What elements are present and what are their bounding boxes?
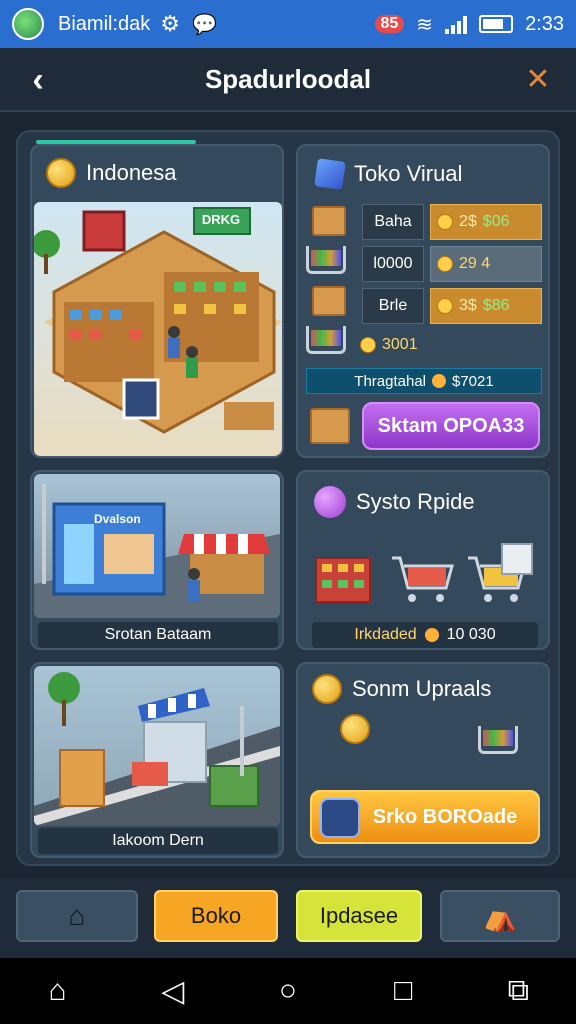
battery-icon xyxy=(479,15,514,33)
price-extra: $06 xyxy=(482,213,510,230)
upgrade-action-button[interactable]: Srko BOROade xyxy=(310,790,540,844)
store-scene-svg xyxy=(34,207,282,434)
street-illustration: Dvalson xyxy=(34,474,280,618)
avenue-label: Iakoom Dern xyxy=(38,828,278,854)
home-outline-icon[interactable]: ⌂ xyxy=(28,974,88,1008)
clock: 2:33 xyxy=(525,12,564,35)
wifi-icon: ≋ xyxy=(416,13,434,36)
store-icon: ⛺ xyxy=(482,900,518,932)
card-system-header: Systo Rpide xyxy=(314,486,475,518)
crate-icon xyxy=(312,206,346,236)
strip-value: $7021 xyxy=(452,372,494,390)
signal-icon xyxy=(445,14,468,34)
street-store-label: Srotan Bataam xyxy=(38,622,278,648)
gear-icon: ⚙ xyxy=(160,11,180,36)
orb-icon xyxy=(314,486,346,518)
coin-icon xyxy=(312,674,342,704)
upgrade-thumbnail-icon xyxy=(320,798,360,838)
virtual-shop-action-button[interactable]: Sktam OPOA33 xyxy=(362,402,540,450)
crate-icon xyxy=(310,408,350,444)
system-navigation: ⌂ ◁ ○ □ ⧉ xyxy=(0,958,576,1024)
shop-row-price: 3$ $86 xyxy=(430,288,542,324)
card-indonesia[interactable]: Indonesa DRKG xyxy=(30,144,284,458)
system-stat-value: 10 030 xyxy=(446,626,496,643)
store-illustration: DRKG xyxy=(34,202,282,456)
card-virtual-header: Toko Virual xyxy=(314,158,463,190)
coin-icon xyxy=(360,337,376,353)
price-extra: $86 xyxy=(482,297,510,314)
price-value: 29 4 xyxy=(459,255,491,272)
status-bar: Biamil:dak ⚙ 💬 85 ≋ 2:33 xyxy=(0,0,576,48)
app-name: Biamil:dak xyxy=(58,12,151,35)
app-icon xyxy=(12,8,44,40)
coin-icon xyxy=(46,158,76,188)
card-system[interactable]: Systo Rpide Irkdaded 10 030 xyxy=(296,470,550,650)
coin-icon xyxy=(432,374,446,388)
strip-label: Thragtahal xyxy=(354,372,426,390)
cart-icon xyxy=(306,246,346,274)
store-sign: DRKG xyxy=(201,212,241,227)
shop-row-name: Baha xyxy=(362,204,424,240)
nav-shop-button[interactable]: Boko xyxy=(154,890,278,942)
shop-row-price: 29 4 xyxy=(430,246,542,282)
coin-total-value: 3001 xyxy=(382,336,418,353)
coin-icon xyxy=(340,714,370,744)
card-virtual-shop[interactable]: Toko Virual Baha 2$ $06 l0000 29 4 Brle xyxy=(296,144,550,458)
chat-icon: 💬 xyxy=(192,13,217,36)
crate-icon xyxy=(312,286,346,316)
card-upgrades-title: Sonm Upraals xyxy=(352,676,492,701)
card-lower-left[interactable]: Iakoom Dern xyxy=(30,662,284,858)
shop-row[interactable]: l0000 29 4 xyxy=(362,246,542,282)
overview-icon[interactable]: ⧉ xyxy=(488,974,548,1008)
card-system-title: Systo Rpide xyxy=(356,489,475,514)
card-upgrades[interactable]: Sonm Upraals Srko BOROade xyxy=(296,662,550,858)
system-stat-bar: Irkdaded 10 030 xyxy=(312,622,538,648)
home-icon: ⌂ xyxy=(68,900,86,931)
coin-total: 3001 xyxy=(360,336,418,354)
game-board: Indonesa DRKG Toko Virual Baha 2$ $06 l0… xyxy=(16,130,560,866)
avenue-scene-svg xyxy=(34,672,280,826)
nav-home-button[interactable]: ⌂ xyxy=(16,890,138,942)
top-header: ‹ Spadurloodal ✕ xyxy=(0,48,576,112)
cart-icon xyxy=(306,326,346,354)
shop-row-name: Brle xyxy=(362,288,424,324)
back-triangle-icon[interactable]: ◁ xyxy=(143,974,203,1009)
street-store-sign: Dvalson xyxy=(94,512,141,526)
coin-icon xyxy=(424,628,439,642)
shop-row-name: l0000 xyxy=(362,246,424,282)
cube-icon xyxy=(314,158,346,190)
bottom-nav: ⌂ Boko Ipdasee ⛺ xyxy=(0,878,576,958)
avenue-illustration xyxy=(34,666,280,826)
upgrade-action-label: Srko BOROade xyxy=(372,805,518,828)
card-virtual-title: Toko Virual xyxy=(354,161,463,186)
nav-store-button[interactable]: ⛺ xyxy=(440,890,560,942)
shop-row-price: 2$ $06 xyxy=(430,204,542,240)
back-arrow-icon[interactable]: ‹ xyxy=(18,60,58,100)
nav-upgrade-button[interactable]: Ipdasee xyxy=(296,890,422,942)
system-stat-label: Irkdaded xyxy=(354,626,417,643)
shop-row[interactable]: Brle 3$ $86 xyxy=(362,288,542,324)
street-scene-svg xyxy=(34,484,280,618)
circle-home-icon[interactable]: ○ xyxy=(258,974,318,1008)
shop-info-strip: Thragtahal $7021 xyxy=(306,368,542,394)
tools-icon[interactable]: ✕ xyxy=(518,60,558,100)
card-indonesia-header: Indonesa xyxy=(46,158,177,188)
notification-badge: 85 xyxy=(374,15,405,33)
price-value: 3$ xyxy=(459,297,477,314)
price-value: 2$ xyxy=(459,213,477,230)
cart-icon xyxy=(478,726,518,754)
coin-icon xyxy=(437,298,453,314)
card-upgrades-header: Sonm Upraals xyxy=(312,674,491,704)
coin-icon xyxy=(437,214,453,230)
card-street-store[interactable]: Dvalson Srotan Bataam xyxy=(30,470,284,650)
coin-icon xyxy=(437,256,453,272)
shop-row[interactable]: Baha 2$ $06 xyxy=(362,204,542,240)
page-title: Spadurloodal xyxy=(204,63,372,94)
card-indonesia-title: Indonesa xyxy=(86,160,177,185)
recents-square-icon[interactable]: □ xyxy=(373,974,433,1008)
carts-illustration xyxy=(315,543,533,603)
